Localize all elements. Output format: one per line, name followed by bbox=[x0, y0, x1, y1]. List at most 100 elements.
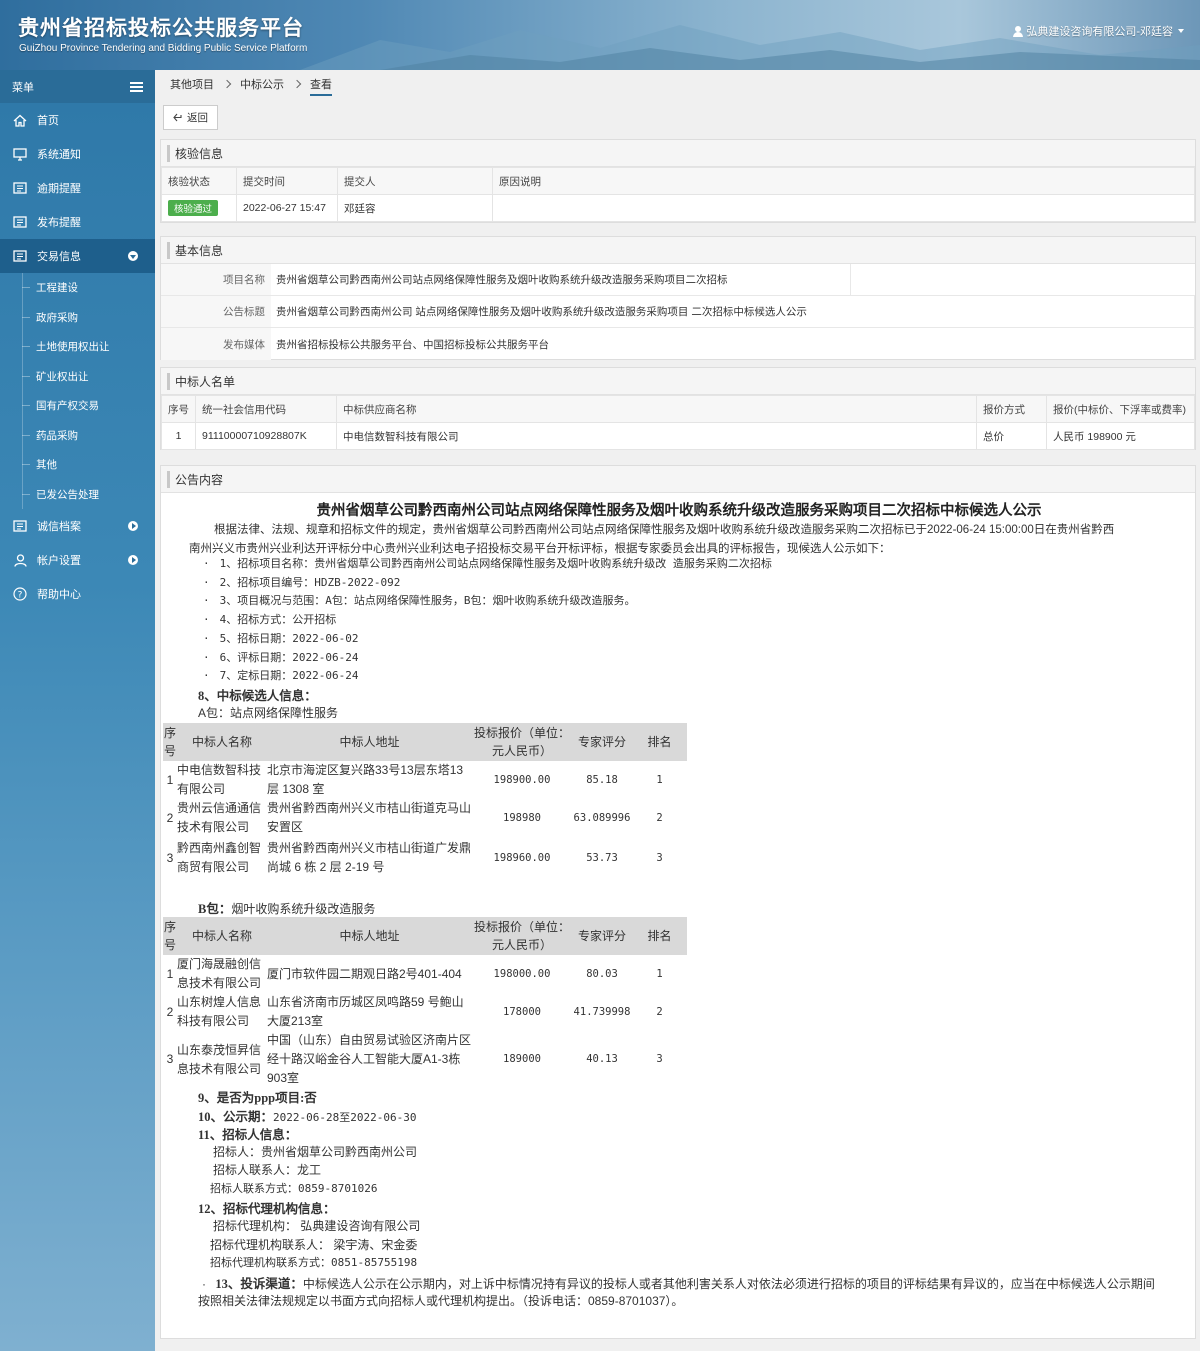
publish-media: 贵州省招标投标公共服务平台、中国招标投标公共服务平台 bbox=[271, 328, 1195, 360]
cell-addr: 贵州省黔西南州兴义市桔山街道广发鼎尚城 6 栋 2 层 2-19 号 bbox=[267, 841, 472, 874]
sidebar-item-account[interactable]: 帐户设置 bbox=[0, 543, 155, 577]
sidebar-subitem[interactable]: 政府采购 bbox=[0, 302, 155, 333]
submit-time: 2022-06-27 15:47 bbox=[236, 194, 338, 222]
bullet: · bbox=[203, 594, 210, 608]
bullet: · bbox=[203, 557, 210, 570]
supplier-name: 中电信数智科技有限公司 bbox=[336, 422, 977, 450]
package-b-name: 烟叶收购系统升级改造服务 bbox=[231, 902, 376, 916]
column-header: 报价(中标价、下浮率或费率) bbox=[1046, 395, 1195, 423]
breadcrumb: 其他项目 中标公示 查看 bbox=[163, 70, 339, 98]
cell-addr: 北京市海淀区复兴路33号13层东塔13层 1308 室 bbox=[267, 763, 464, 796]
intro-line: 南州兴义市贵州兴业利达开评标分中心贵州兴业利达电子招投标交易平台开标评标，根据专… bbox=[189, 543, 891, 555]
info-row: 项目名称 贵州省烟草公司黔西南州公司站点网络保障性服务及烟叶收购系统升级改造服务… bbox=[161, 264, 1195, 296]
cell-name: 黔西南州鑫创智商贸有限公司 bbox=[177, 841, 262, 874]
list-item: · 7、定标日期：2022-06-24 bbox=[203, 667, 358, 683]
monitor-icon bbox=[12, 146, 28, 162]
table-row: 3 黔西南州鑫创智商贸有限公司 贵州省黔西南州兴义市桔山街道广发鼎尚城 6 栋 2 … bbox=[163, 837, 687, 879]
sidebar-item-overdue[interactable]: 逾期提醒 bbox=[0, 171, 155, 205]
sidebar-subitem[interactable]: 已发公告处理 bbox=[0, 479, 155, 510]
column-header: 序号 bbox=[163, 917, 177, 955]
menu-header: 菜单 bbox=[0, 70, 155, 103]
cell-name: 山东树煌人信息科技有限公司 bbox=[177, 995, 262, 1028]
period-value: 2022-06-28至2022-06-30 bbox=[273, 1111, 417, 1124]
panel-title: 核验信息 bbox=[161, 140, 1195, 167]
project-name: 贵州省烟草公司黔西南州公司站点网络保障性服务及烟叶收购系统升级改造服务采购项目二… bbox=[271, 264, 851, 295]
column-header: 中标人名称 bbox=[177, 723, 267, 761]
chevron-right-icon bbox=[128, 555, 138, 565]
breadcrumb-item[interactable]: 中标公示 bbox=[233, 70, 291, 98]
cell-no: 2 bbox=[166, 810, 174, 825]
sidebar-item-trade-info[interactable]: 交易信息 bbox=[0, 239, 155, 273]
cell-rank: 3 bbox=[656, 851, 663, 864]
list-icon bbox=[12, 248, 28, 264]
info-key: 项目名称 bbox=[161, 264, 271, 295]
user-menu[interactable]: 弘典建设咨询有限公司-邓廷容 bbox=[1013, 23, 1184, 39]
complaint-line: · 13、投诉渠道：中标候选人公示在公示期内，对上诉中标情况持有异议的投标人或者… bbox=[202, 1273, 1155, 1292]
sidebar-item-label: 诚信档案 bbox=[37, 521, 81, 533]
status-cell: 核验通过 bbox=[161, 194, 237, 222]
tenderer-contact: 招标人联系人：龙工 bbox=[213, 1163, 322, 1177]
sidebar: 菜单 首页 系统通知 逾期提醒 发布提醒 交易信息 工程建设政府采购土地使用 bbox=[0, 70, 155, 1351]
column-header: 专家评分 bbox=[572, 723, 632, 761]
sidebar-subitem[interactable]: 工程建设 bbox=[0, 273, 155, 303]
cell-score: 53.73 bbox=[586, 851, 618, 864]
sidebar-item-system-notice[interactable]: 系统通知 bbox=[0, 137, 155, 171]
menu-label: 菜单 bbox=[12, 81, 34, 94]
sidebar-subitem[interactable]: 国有产权交易 bbox=[0, 391, 155, 421]
price-mode: 总价 bbox=[976, 422, 1047, 450]
sidebar-item-help[interactable]: ? 帮助中心 bbox=[0, 577, 155, 611]
table-header-row: 序号 中标人名称 中标人地址 投标报价（单位：元人民币） 专家评分 排名 bbox=[163, 723, 687, 761]
tenderer-phone: 招标人联系方式：0859-8701026 bbox=[210, 1182, 378, 1195]
section-label: 10、公示期： bbox=[198, 1110, 274, 1124]
column-header: 投标报价（单位：元人民币） bbox=[472, 723, 572, 761]
sidebar-item-label: 首页 bbox=[37, 115, 59, 127]
user-icon bbox=[12, 552, 28, 568]
list-item-text: 2、招标项目编号：HDZB-2022-092 bbox=[219, 575, 401, 589]
list-icon bbox=[12, 518, 28, 534]
sidebar-item-home[interactable]: 首页 bbox=[0, 103, 155, 137]
agent: 招标代理机构： 弘典建设咨询有限公司 bbox=[213, 1219, 421, 1233]
cell-no: 2 bbox=[166, 1004, 174, 1019]
list-item-text: 7、定标日期：2022-06-24 bbox=[219, 669, 359, 683]
table-row: 2 山东树煌人信息科技有限公司 山东省济南市历城区凤鸣路59 号鲍山大厦213室 17… bbox=[163, 993, 687, 1031]
cell-price: 198960.00 bbox=[493, 851, 551, 864]
list-item-text: 5、招标日期：2022-06-02 bbox=[219, 631, 359, 645]
sidebar-subitem[interactable]: 矿业权出让 bbox=[0, 361, 155, 392]
chevron-down-icon bbox=[128, 251, 138, 261]
info-row: 公告标题 贵州省烟草公司黔西南州公司 站点网络保障性服务及烟叶收购系统升级改造服… bbox=[161, 296, 1195, 328]
cell-rank: 2 bbox=[656, 1005, 663, 1018]
row-number: 1 bbox=[161, 422, 196, 450]
sidebar-subitem[interactable]: 土地使用权出让 bbox=[0, 332, 155, 362]
user-icon bbox=[1013, 25, 1024, 37]
column-header: 序号 bbox=[163, 723, 177, 761]
cell-score: 63.089996 bbox=[573, 811, 631, 824]
cell-addr: 贵州省黔西南州兴义市桔山街道克马山安置区 bbox=[267, 801, 472, 834]
basic-info-panel: 基本信息 项目名称 贵州省烟草公司黔西南州公司站点网络保障性服务及烟叶收购系统升… bbox=[160, 236, 1196, 360]
column-header: 中标人名称 bbox=[177, 917, 267, 955]
complaint-text: 按照相关法律法规规定以书面方式向招标人或代理机构提出。（投诉电话：0859-87… bbox=[198, 1294, 684, 1308]
sidebar-subitem[interactable]: 其他 bbox=[0, 450, 155, 480]
sidebar-item-publish-reminder[interactable]: 发布提醒 bbox=[0, 205, 155, 239]
intro-line: 根据法律、法规、规章和招标文件的规定，贵州省烟草公司黔西南州公司站点网络保障性服… bbox=[214, 524, 1115, 536]
cell-rank: 1 bbox=[656, 773, 663, 786]
back-button[interactable]: 返回 bbox=[163, 105, 218, 130]
candidates-table-a: 序号 中标人名称 中标人地址 投标报价（单位：元人民币） 专家评分 排名 1 中电信数智科技有… bbox=[163, 723, 687, 879]
sidebar-item-credit[interactable]: 诚信档案 bbox=[0, 509, 155, 543]
breadcrumb-item[interactable]: 其他项目 bbox=[163, 70, 221, 98]
home-icon bbox=[12, 112, 28, 128]
info-key: 公告标题 bbox=[161, 296, 271, 327]
back-icon bbox=[173, 113, 182, 122]
hamburger-icon[interactable] bbox=[130, 81, 143, 92]
table-row: 1 中电信数智科技有限公司 北京市海淀区复兴路33号13层东塔13层 1308 室1… bbox=[163, 761, 687, 799]
table-header-row: 序号 中标人名称 中标人地址 投标报价（单位：元人民币） 专家评分 排名 bbox=[163, 917, 687, 955]
cell-rank: 2 bbox=[656, 811, 663, 824]
notice-title: 贵州省烟草公司黔西南州公司 站点网络保障性服务及烟叶收购系统升级改造服务采购项目… bbox=[271, 296, 1195, 327]
sidebar-subitem[interactable]: 药品采购 bbox=[0, 420, 155, 451]
list-item: · 3、项目概况与范围：A包：站点网络保障性服务，B包：烟叶收购系统升级改造服务。 bbox=[203, 592, 636, 608]
cell-name: 贵州云信通通信技术有限公司 bbox=[177, 801, 262, 834]
sidebar-item-label: 系统通知 bbox=[37, 149, 81, 161]
agent-phone: 招标代理机构联系方式：0851-85755198 bbox=[210, 1256, 418, 1269]
list-item-text: 1、招标项目名称：贵州省烟草公司黔西南州公司站点网络保障性服务及烟叶收购系统升级… bbox=[219, 557, 772, 570]
winners-table: 序号 统一社会信用代码 中标供应商名称 报价方式 报价(中标价、下浮率或费率) … bbox=[161, 395, 1195, 450]
section-heading: 12、招标代理机构信息： bbox=[198, 1202, 336, 1216]
